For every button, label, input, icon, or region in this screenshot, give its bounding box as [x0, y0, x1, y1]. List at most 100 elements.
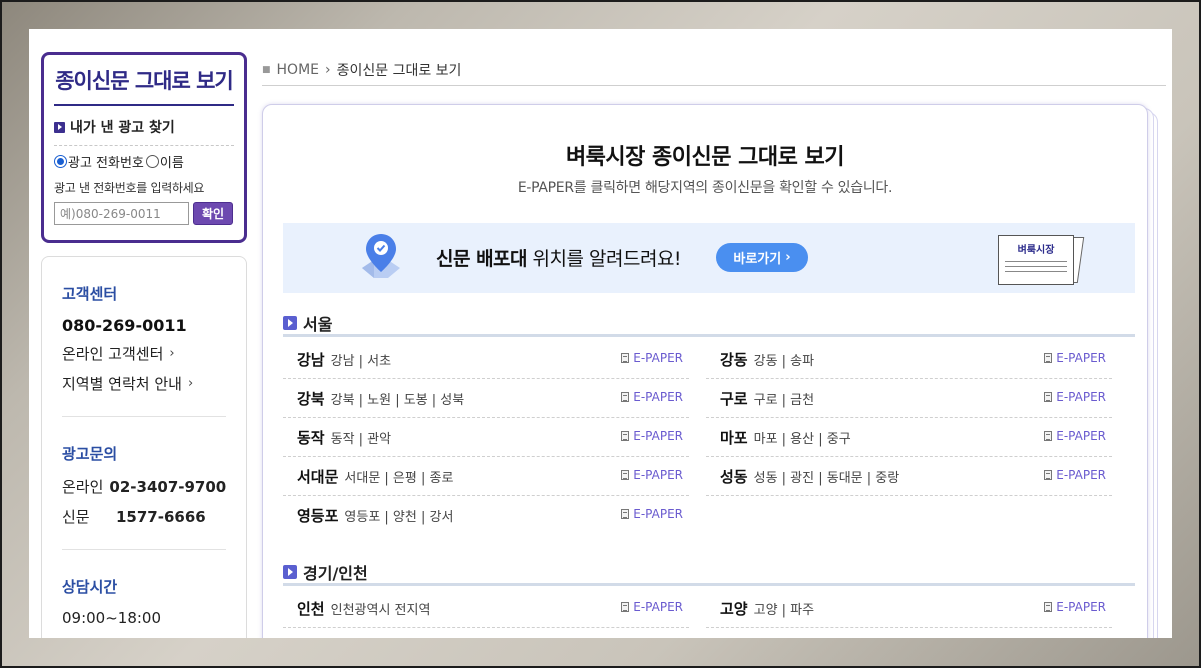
phone-input-row: 확인	[54, 202, 234, 225]
epaper-row[interactable]: 마포 마포 | 용산 | 중구 E-PAPER	[706, 418, 1112, 457]
row-name: 강북	[297, 389, 325, 408]
hours-section: 상담시간 09:00~18:00	[62, 550, 226, 638]
customer-center-phone: 080-269-0011	[62, 316, 187, 335]
row-areas: 강동 | 송파	[753, 353, 815, 369]
epaper-link[interactable]: E-PAPER	[621, 507, 683, 521]
document-icon	[1044, 353, 1053, 363]
epaper-label[interactable]: E-PAPER	[633, 468, 683, 482]
ad-inquiry-online: 온라인 02-3407-9700	[62, 476, 226, 497]
epaper-row[interactable]: 고양 고양 | 파주 E-PAPER	[706, 589, 1112, 628]
epaper-row[interactable]: 강북 강북 | 노원 | 도봉 | 성북 E-PAPER	[283, 379, 689, 418]
epaper-label[interactable]: E-PAPER	[1056, 468, 1106, 482]
epaper-link[interactable]: E-PAPER	[621, 351, 683, 365]
document-icon	[621, 353, 630, 363]
epaper-label[interactable]: E-PAPER	[1056, 351, 1106, 365]
confirm-button[interactable]: 확인	[193, 202, 233, 225]
radio-name[interactable]	[145, 155, 159, 168]
ad-inquiry-online-phone: 02-3407-9700	[109, 477, 227, 496]
row-areas: 구로 | 금천	[753, 392, 815, 408]
epaper-link[interactable]: E-PAPER	[1044, 600, 1106, 614]
customer-center-heading: 고객센터	[62, 285, 118, 303]
phone-input[interactable]	[54, 202, 189, 225]
banner-text-bold: 신문 배포대	[436, 248, 528, 270]
epaper-link[interactable]: E-PAPER	[621, 390, 683, 404]
regional-contact-label[interactable]: 지역별 연락처 안내	[62, 373, 182, 394]
epaper-link[interactable]: E-PAPER	[621, 468, 683, 482]
distribution-banner[interactable]: 신문 배포대 위치를 알려드려요! 바로가기 › 벼룩시장	[283, 223, 1135, 293]
row-areas: 영등포 | 양천 | 강서	[344, 510, 454, 525]
epaper-label[interactable]: E-PAPER	[633, 600, 683, 614]
epaper-row[interactable]: 영등포 영등포 | 양천 | 강서 E-PAPER	[283, 496, 689, 535]
region-name: 경기/인천	[303, 564, 368, 583]
browser-viewport: 종이신문 그대로 보기 내가 낸 광고 찾기 광고 전화번호 이름 광고 낸 전…	[29, 29, 1172, 638]
epaper-link[interactable]: E-PAPER	[621, 600, 683, 614]
go-now-label[interactable]: 바로가기	[733, 248, 781, 267]
epaper-link[interactable]: E-PAPER	[1044, 429, 1106, 443]
epaper-label[interactable]: E-PAPER	[633, 429, 683, 443]
chevron-right-icon: ›	[187, 376, 194, 391]
epaper-link[interactable]: E-PAPER	[1044, 351, 1106, 365]
hours-heading: 상담시간	[62, 578, 118, 596]
epaper-label[interactable]: E-PAPER	[1056, 429, 1106, 443]
epaper-row[interactable]: 동작 동작 | 관악 E-PAPER	[283, 418, 689, 457]
document-icon	[621, 470, 630, 480]
row-name: 동작	[297, 428, 325, 447]
search-type-radios: 광고 전화번호 이름	[54, 152, 234, 171]
epaper-label[interactable]: E-PAPER	[1056, 600, 1106, 614]
row-areas: 동작 | 관악	[330, 431, 392, 447]
banner-text-rest: 위치를 알려드려요!	[527, 248, 682, 270]
newspaper-title: 벼룩시장	[1017, 245, 1055, 256]
radio-phone-label[interactable]: 광고 전화번호	[68, 152, 144, 171]
epaper-link[interactable]: E-PAPER	[1044, 468, 1106, 482]
chevron-right-icon: ›	[169, 346, 175, 361]
epaper-label[interactable]: E-PAPER	[633, 351, 683, 365]
online-center-link[interactable]: 온라인 고객센터 ›	[62, 343, 226, 364]
paper-search-box: 종이신문 그대로 보기 내가 낸 광고 찾기 광고 전화번호 이름 광고 낸 전…	[41, 52, 247, 243]
breadcrumb-home[interactable]: HOME	[277, 62, 319, 78]
row-areas: 서대문 | 은평 | 종로	[344, 470, 454, 486]
epaper-link[interactable]: E-PAPER	[1044, 390, 1106, 404]
breadcrumb-current: 종이신문 그대로 보기	[336, 63, 462, 79]
ad-inquiry-paper-label: 신문	[62, 508, 90, 526]
epaper-row[interactable]: 서대문 서대문 | 은평 | 종로 E-PAPER	[283, 457, 689, 496]
search-box-title: 종이신문 그대로 보기	[54, 65, 234, 106]
document-icon	[621, 602, 630, 612]
epaper-label[interactable]: E-PAPER	[633, 390, 683, 404]
row-name: 인천	[297, 599, 325, 618]
page-subtitle: E-PAPER를 클릭하면 해당지역의 종이신문을 확인할 수 있습니다.	[517, 180, 893, 196]
row-name: 구로	[720, 389, 748, 408]
epaper-label[interactable]: E-PAPER	[1056, 390, 1106, 404]
regional-contact-link[interactable]: 지역별 연락처 안내 ›	[62, 373, 226, 394]
epaper-row[interactable]: 성동 성동 | 광진 | 동대문 | 중랑 E-PAPER	[706, 457, 1112, 496]
row-areas: 성동 | 광진 | 동대문 | 중랑	[753, 470, 900, 486]
arrow-bullet-icon	[54, 121, 65, 133]
hours-time: 09:00~18:00	[62, 609, 162, 627]
epaper-row[interactable]: 인천 인천광역시 전지역 E-PAPER	[283, 589, 689, 628]
row-name: 서대문	[297, 467, 339, 486]
ad-inquiry-paper-phone: 1577-6666	[116, 507, 206, 526]
epaper-row[interactable]: 강동 강동 | 송파 E-PAPER	[706, 340, 1112, 379]
ad-inquiry-heading: 광고문의	[62, 445, 118, 463]
epaper-label[interactable]: E-PAPER	[633, 507, 683, 521]
chevron-right-icon: ›	[785, 250, 791, 265]
region-heading-seoul: 서울	[283, 312, 1135, 337]
row-name: 강남	[297, 350, 325, 369]
customer-center-section: 고객센터 080-269-0011 온라인 고객센터 › 지역별 연락처 안내 …	[62, 257, 226, 417]
document-icon	[1044, 431, 1053, 441]
radio-name-label[interactable]: 이름	[160, 152, 184, 171]
epaper-panel: 벼룩시장 종이신문 그대로 보기 E-PAPER를 클릭하면 해당지역의 종이신…	[262, 104, 1148, 638]
online-center-label[interactable]: 온라인 고객센터	[62, 343, 163, 364]
radio-phone[interactable]	[54, 155, 67, 168]
epaper-row[interactable]: 구로 구로 | 금천 E-PAPER	[706, 379, 1112, 418]
row-name: 고양	[720, 599, 748, 618]
row-name: 영등포	[297, 507, 339, 525]
phone-hint: 광고 낸 전화번호를 입력하세요	[54, 181, 205, 195]
bullet-dot-icon: ■	[262, 65, 271, 75]
find-my-ad-heading: 내가 낸 광고 찾기	[54, 117, 234, 137]
row-areas: 인천광역시 전지역	[330, 602, 431, 618]
row-name: 강동	[720, 350, 748, 369]
arrow-bullet-icon	[283, 565, 297, 579]
epaper-link[interactable]: E-PAPER	[621, 429, 683, 443]
epaper-row[interactable]: 강남 강남 | 서초 E-PAPER	[283, 340, 689, 379]
go-now-button[interactable]: 바로가기 ›	[716, 243, 808, 272]
